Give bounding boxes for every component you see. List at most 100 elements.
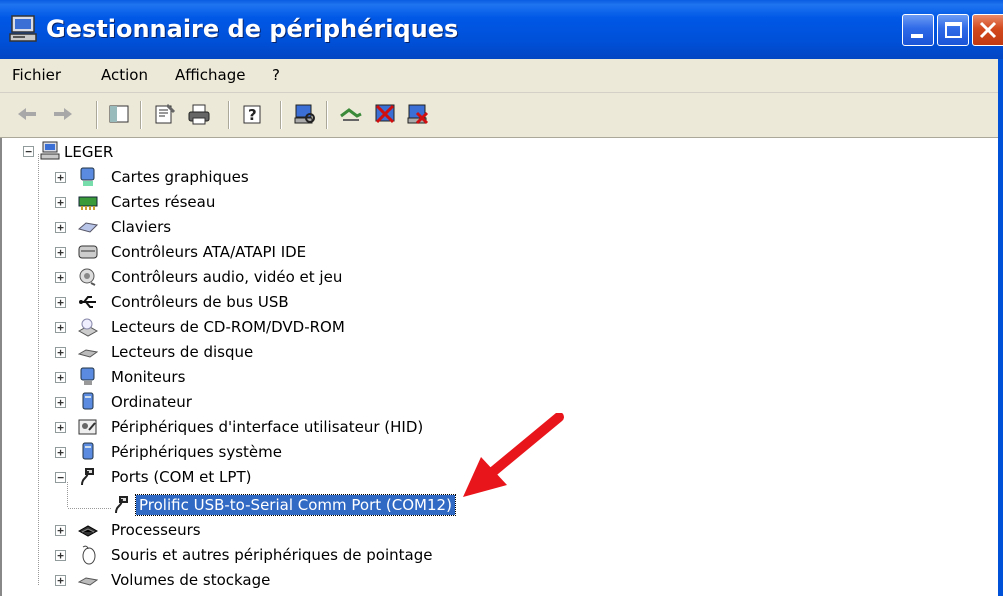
properties-button[interactable] [152, 101, 178, 127]
disable-device-icon [375, 104, 395, 124]
expand-toggle[interactable]: + [55, 297, 66, 308]
maximize-button[interactable] [937, 14, 969, 46]
disable-device-button[interactable] [372, 101, 398, 127]
computer-icon [9, 15, 37, 42]
expand-toggle[interactable]: + [55, 347, 66, 358]
toolbar-separator [96, 101, 98, 129]
monitor-icon [80, 367, 95, 385]
tree-item-ports[interactable]: − Ports (COM et LPT) [2, 465, 402, 489]
mouse-icon [82, 545, 96, 565]
tree-item-peripheriques-systeme[interactable]: + Périphériques système [2, 440, 402, 464]
tree-item-label: Moniteurs [111, 368, 186, 386]
tree-item-volumes[interactable]: + Volumes de stockage [2, 568, 402, 592]
toolbar-separator [228, 101, 230, 129]
tree-item-label: Périphériques système [111, 443, 282, 461]
storage-volume-icon [78, 577, 98, 586]
expand-toggle[interactable]: + [55, 272, 66, 283]
collapse-toggle[interactable]: − [55, 472, 66, 483]
tree-item-label: Ordinateur [111, 393, 192, 411]
tree-item-label: Ports (COM et LPT) [111, 468, 252, 486]
tree-item-hid[interactable]: + Périphériques d'interface utilisateur … [2, 415, 452, 439]
close-icon [979, 21, 997, 39]
tree-item-cartes-reseau[interactable]: + Cartes réseau [2, 190, 402, 214]
tree-item-lecteurs-cdrom[interactable]: + Lecteurs de CD-ROM/DVD-ROM [2, 315, 402, 339]
tree-item-label: Périphériques d'interface utilisateur (H… [111, 418, 424, 436]
tree-item-label: Processeurs [111, 521, 201, 539]
tree-item-souris[interactable]: + Souris et autres périphériques de poin… [2, 543, 462, 567]
tree-item-lecteurs-disque[interactable]: + Lecteurs de disque [2, 340, 402, 364]
usb-icon [79, 296, 96, 308]
toolbar-separator [140, 101, 142, 129]
window-border [998, 59, 1003, 596]
tree-root[interactable]: − LEGER [2, 140, 402, 164]
port-connector-icon [115, 496, 128, 514]
system-device-icon [82, 442, 94, 460]
expand-toggle[interactable]: + [55, 397, 66, 408]
forward-button[interactable] [50, 101, 76, 127]
tree-item-label: Lecteurs de disque [111, 343, 254, 361]
forward-icon [54, 108, 72, 120]
device-tree[interactable]: − LEGER + Cartes graphiques + Cartes rés… [0, 138, 1003, 596]
show-hide-tree-button[interactable] [106, 101, 132, 127]
help-icon: ? [243, 105, 261, 124]
toolbar-separator [280, 101, 282, 129]
uninstall-device-button[interactable] [405, 101, 431, 127]
tree-item-label: Volumes de stockage [111, 571, 271, 589]
expand-toggle[interactable]: + [55, 222, 66, 233]
expand-toggle[interactable]: + [55, 322, 66, 333]
collapse-toggle[interactable]: − [23, 146, 34, 157]
show-hide-tree-icon [109, 105, 129, 123]
ide-controller-icon [78, 245, 98, 259]
menu-action[interactable]: Action [101, 66, 148, 84]
menu-affichage[interactable]: Affichage [175, 66, 245, 84]
expand-toggle[interactable]: + [55, 575, 66, 586]
back-button[interactable] [14, 101, 40, 127]
tree-item-label: Claviers [111, 218, 172, 236]
tree-item-ordinateur[interactable]: + Ordinateur [2, 390, 402, 414]
cdrom-icon [78, 318, 98, 337]
minimize-icon [911, 34, 923, 38]
tree-item-label: Contrôleurs audio, vidéo et jeu [111, 268, 343, 286]
minimize-button[interactable] [902, 14, 934, 46]
expand-toggle[interactable]: + [55, 422, 66, 433]
maximize-icon [945, 22, 962, 38]
window-title: Gestionnaire de périphériques [46, 15, 459, 43]
display-adapter-icon [80, 167, 95, 186]
expand-toggle[interactable]: + [55, 197, 66, 208]
svg-text:?: ? [248, 106, 257, 124]
tree-item-label: Lecteurs de CD-ROM/DVD-ROM [111, 318, 345, 336]
expand-toggle[interactable]: + [55, 172, 66, 183]
expand-toggle[interactable]: + [55, 372, 66, 383]
expand-toggle[interactable]: + [55, 247, 66, 258]
keyboard-icon [78, 222, 98, 233]
tree-item-controleurs-ide[interactable]: + Contrôleurs ATA/ATAPI IDE [2, 240, 402, 264]
tree-item-processeurs[interactable]: + Processeurs [2, 518, 402, 542]
computer-icon [40, 141, 60, 160]
tree-item-prolific-com12[interactable]: Prolific USB-to-Serial Comm Port (COM12) [2, 493, 472, 517]
menu-fichier[interactable]: Fichier [12, 66, 61, 84]
scan-hardware-button[interactable] [292, 101, 318, 127]
tree-item-controleurs-usb[interactable]: + Contrôleurs de bus USB [2, 290, 402, 314]
title-bar[interactable]: Gestionnaire de périphériques [0, 0, 1003, 59]
menu-help[interactable]: ? [272, 66, 280, 84]
print-button[interactable] [186, 101, 212, 127]
close-button[interactable] [972, 14, 1003, 46]
tree-item-label-selected: Prolific USB-to-Serial Comm Port (COM12) [135, 494, 456, 516]
print-icon [188, 104, 210, 125]
tree-item-moniteurs[interactable]: + Moniteurs [2, 365, 402, 389]
port-connector-icon [81, 468, 94, 486]
back-icon [18, 108, 36, 120]
tree-item-claviers[interactable]: + Claviers [2, 215, 402, 239]
menu-bar: Fichier Action Affichage ? [0, 59, 1003, 93]
processor-icon [78, 525, 98, 537]
tree-item-label: Contrôleurs ATA/ATAPI IDE [111, 243, 307, 261]
computer-icon [82, 392, 94, 410]
help-button[interactable]: ? [240, 101, 266, 127]
toolbar-separator [326, 101, 328, 129]
expand-toggle[interactable]: + [55, 525, 66, 536]
expand-toggle[interactable]: + [55, 550, 66, 561]
tree-item-cartes-graphiques[interactable]: + Cartes graphiques [2, 165, 402, 189]
tree-item-controleurs-audio[interactable]: + Contrôleurs audio, vidéo et jeu [2, 265, 402, 289]
update-driver-button[interactable] [338, 101, 364, 127]
expand-toggle[interactable]: + [55, 447, 66, 458]
